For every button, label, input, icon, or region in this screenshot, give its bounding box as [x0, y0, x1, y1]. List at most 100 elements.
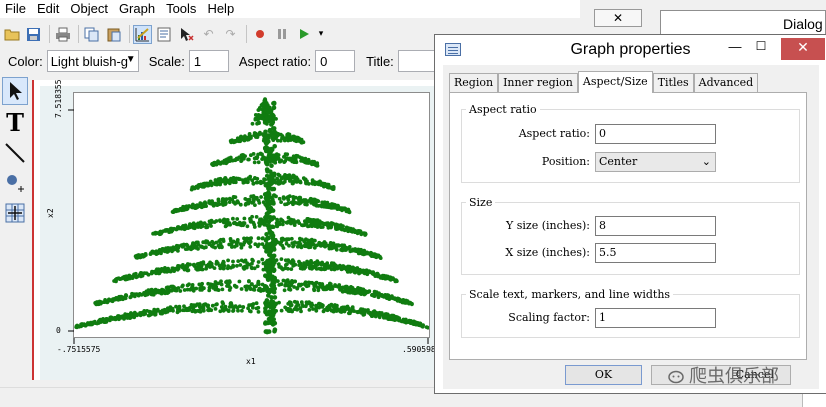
scatter-marker: [304, 262, 309, 267]
scatter-marker: [351, 265, 355, 270]
scatter-marker: [333, 283, 337, 287]
scatter-marker: [298, 306, 303, 310]
tab-titles[interactable]: Titles: [652, 73, 694, 92]
scatter-marker: [228, 301, 233, 306]
aspect-ratio-input[interactable]: 0: [595, 124, 716, 144]
scatter-marker: [266, 153, 271, 158]
copy-icon[interactable]: [82, 25, 101, 44]
minimize-icon[interactable]: —: [727, 39, 743, 54]
scatter-marker: [149, 251, 153, 256]
scatter-marker: [246, 180, 250, 184]
properties-icon[interactable]: [155, 25, 174, 44]
dropdown-icon[interactable]: ▾: [316, 25, 326, 44]
menu-object[interactable]: Object: [65, 1, 114, 17]
x-tick-left: -.7515575: [57, 345, 101, 354]
line-tool[interactable]: [2, 139, 28, 167]
x-size-input[interactable]: 5.5: [595, 243, 716, 263]
scatter-marker: [312, 288, 317, 293]
scale-input[interactable]: 1: [188, 50, 229, 72]
scatter-marker: [303, 219, 308, 224]
scatter-marker: [327, 185, 332, 190]
close-button[interactable]: ✕: [781, 38, 825, 60]
pointer-tool[interactable]: [2, 77, 28, 105]
menu-edit[interactable]: Edit: [32, 1, 65, 17]
menu-graph[interactable]: Graph: [114, 1, 161, 17]
open-icon[interactable]: [2, 25, 21, 44]
scatter-marker: [410, 302, 414, 307]
scatter-marker: [239, 223, 244, 227]
scatter-marker: [288, 179, 292, 183]
scatter-marker: [343, 228, 347, 232]
scatter-marker: [361, 252, 366, 257]
scatter-marker: [253, 176, 257, 180]
scatter-marker: [380, 276, 385, 281]
maximize-icon[interactable]: ☐: [753, 39, 769, 53]
scaling-factor-input[interactable]: 1: [595, 308, 716, 328]
undo-icon[interactable]: ↶: [199, 25, 218, 44]
scatter-marker: [294, 220, 298, 224]
scatter-marker: [221, 260, 226, 265]
scatter-marker: [336, 243, 341, 248]
tab-advanced[interactable]: Advanced: [693, 73, 759, 92]
y-size-input[interactable]: 8: [595, 216, 716, 236]
scatter-marker: [312, 202, 317, 207]
scatter-marker: [253, 203, 257, 207]
title-input[interactable]: [397, 50, 438, 72]
graph-editor-icon[interactable]: [133, 24, 152, 44]
scatter-marker: [216, 288, 221, 292]
scatter-marker: [309, 304, 314, 309]
menu-file[interactable]: File: [0, 1, 32, 17]
scatter-marker: [254, 215, 259, 219]
scatter-marker: [232, 220, 237, 225]
position-select[interactable]: Center ⌄: [595, 152, 716, 172]
scale-label: Scale:: [148, 53, 185, 69]
horizontal-scrollbar[interactable]: [0, 387, 440, 407]
scatter-marker: [204, 245, 208, 250]
ok-button[interactable]: OK: [565, 365, 642, 385]
menu-help[interactable]: Help: [202, 1, 240, 17]
menu-bar: File Edit Object Graph Tools Help: [0, 0, 580, 18]
scatter-marker: [270, 208, 276, 213]
scatter-marker: [149, 291, 153, 295]
scatter-marker: [299, 300, 304, 305]
scatter-marker: [237, 279, 242, 284]
scatter-marker: [315, 219, 319, 224]
tab-region[interactable]: Region: [449, 73, 499, 92]
tab-aspect-size[interactable]: Aspect/Size: [577, 71, 653, 93]
close-icon[interactable]: ✕: [594, 9, 642, 27]
print-icon[interactable]: [53, 25, 72, 44]
scatter-marker: [293, 279, 297, 284]
tab-inner-region[interactable]: Inner region: [498, 73, 578, 92]
dialog-titlebar[interactable]: Graph properties — ☐ ✕: [435, 35, 826, 65]
save-icon[interactable]: [24, 25, 43, 44]
position-label: Position:: [541, 155, 590, 168]
scatter-marker: [269, 163, 274, 168]
scatter-marker: [201, 261, 206, 266]
grid-edit-tool[interactable]: [2, 199, 28, 227]
text-tool[interactable]: T: [2, 108, 28, 137]
pause-icon[interactable]: [272, 25, 291, 44]
y-axis-title: x2: [46, 208, 55, 218]
scatter-marker: [175, 267, 180, 272]
marker-tool[interactable]: [2, 169, 28, 197]
scatter-marker: [309, 243, 314, 248]
scatter-marker: [238, 177, 242, 182]
menu-tools[interactable]: Tools: [161, 1, 202, 17]
redo-icon[interactable]: ↷: [221, 25, 240, 44]
scatter-marker: [254, 301, 259, 306]
scatter-marker: [171, 266, 176, 271]
color-select[interactable]: Light bluish-g ▼: [46, 50, 139, 72]
scatter-marker: [259, 107, 264, 111]
scatter-marker: [251, 181, 256, 186]
cursor-icon[interactable]: [177, 25, 196, 44]
play-icon[interactable]: [294, 25, 313, 44]
paste-icon[interactable]: [104, 25, 123, 44]
scatter-marker: [221, 220, 226, 225]
plot-region[interactable]: [73, 92, 430, 338]
scatter-marker: [295, 286, 300, 291]
scatter-marker: [292, 159, 296, 164]
aspect-ratio-input[interactable]: 0: [315, 50, 356, 72]
scatter-marker: [91, 320, 96, 325]
record-icon[interactable]: [250, 25, 269, 44]
scatter-marker: [358, 270, 363, 275]
